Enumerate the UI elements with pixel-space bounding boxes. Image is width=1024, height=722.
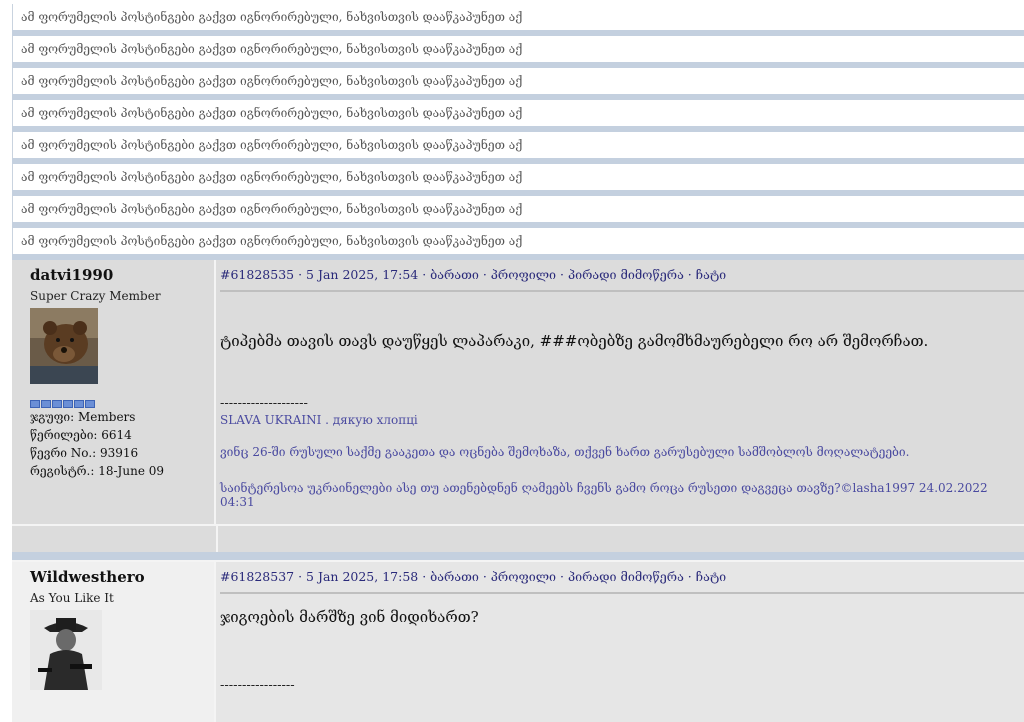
post-date: · 5 Jan 2025, 17:58 · — [294, 569, 431, 584]
private-message-link[interactable]: პირადი მიმოწერა — [568, 267, 684, 282]
user-post-count: წერილები: 6614 — [30, 428, 132, 442]
post-footer-left — [12, 526, 218, 552]
signature-divider: -------------------- — [220, 396, 308, 411]
signature-line-1: SLAVA UKRAINI . дякую хлопці — [220, 413, 418, 427]
user-registered: რეგისტრ.: 18-June 09 — [30, 464, 164, 478]
user-member-no: წევრი No.: 93916 — [30, 446, 139, 460]
avatar[interactable] — [30, 308, 98, 384]
separator: · — [478, 267, 491, 282]
forum-post: Wildwesthero As You Like It #61828537 · … — [12, 560, 1024, 722]
ignored-post-notice[interactable]: ამ ფორუმელის პოსტინგები გაქვთ იგნორირებუ… — [12, 164, 1024, 196]
rank-pip — [30, 400, 40, 408]
post-separator — [12, 552, 1024, 560]
ignored-post-notice[interactable]: ამ ფორუმელის პოსტინგები გაქვთ იგნორირებუ… — [12, 68, 1024, 100]
user-title: Super Crazy Member — [30, 289, 161, 303]
ignored-posts-list: ამ ფორუმელის პოსტინგები გაქვთ იგნორირებუ… — [12, 4, 1024, 260]
post-content: #61828537 · 5 Jan 2025, 17:58 · ბარათი ·… — [216, 562, 1024, 722]
post-author-panel: datvi1990 Super Crazy Member ჯგუფი: Memb… — [12, 260, 216, 524]
post-permalink[interactable]: #61828537 — [220, 569, 294, 584]
chat-link[interactable]: ჩატი — [696, 569, 726, 584]
post-body: ტიპებმა თავის თავს დაუწყეს ლაპარაკი, ###… — [220, 332, 929, 350]
ignored-post-notice[interactable]: ამ ფორუმელის პოსტინგები გაქვთ იგნორირებუ… — [12, 228, 1024, 260]
ignored-post-notice[interactable]: ამ ფორუმელის პოსტინგები გაქვთ იგნორირებუ… — [12, 196, 1024, 228]
signature-line-3: საინტერესოა უკრაინელები ასე თუ ათენებდნე… — [220, 481, 988, 509]
post-author-panel: Wildwesthero As You Like It — [12, 562, 216, 722]
cowboy-avatar-image — [30, 610, 102, 690]
separator: · — [478, 569, 491, 584]
profile-link[interactable]: პროფილი — [491, 267, 556, 282]
separator: · — [556, 267, 568, 282]
rank-pips — [30, 400, 214, 408]
signature-line-2: ვინც 26-ში რუსული საქმე გააკეთა და ოცნებ… — [220, 445, 910, 459]
ignored-post-notice[interactable]: ამ ფორუმელის პოსტინგები გაქვთ იგნორირებუ… — [12, 4, 1024, 36]
post-footer — [12, 524, 1024, 552]
ignored-post-notice[interactable]: ამ ფორუმელის პოსტინგები გაქვთ იგნორირებუ… — [12, 132, 1024, 164]
ignored-post-notice[interactable]: ამ ფორუმელის პოსტინგები გაქვთ იგნორირებუ… — [12, 100, 1024, 132]
rank-pip — [74, 400, 84, 408]
forum-post: datvi1990 Super Crazy Member ჯგუფი: Memb… — [12, 260, 1024, 524]
post-meta: #61828537 · 5 Jan 2025, 17:58 · ბარათი ·… — [220, 569, 1024, 594]
rank-pip — [41, 400, 51, 408]
separator: · — [683, 267, 696, 282]
bear-avatar-image — [30, 308, 98, 384]
post-permalink[interactable]: #61828535 — [220, 267, 294, 282]
username[interactable]: datvi1990 — [30, 266, 214, 284]
card-link[interactable]: ბარათი — [430, 267, 479, 282]
chat-link[interactable]: ჩატი — [696, 267, 726, 282]
post-meta: #61828535 · 5 Jan 2025, 17:54 · ბარათი ·… — [220, 267, 1024, 292]
post-content: #61828535 · 5 Jan 2025, 17:54 · ბარათი ·… — [216, 260, 1024, 524]
separator: · — [556, 569, 568, 584]
ignored-post-notice[interactable]: ამ ფორუმელის პოსტინგები გაქვთ იგნორირებუ… — [12, 36, 1024, 68]
post-date: · 5 Jan 2025, 17:54 · — [294, 267, 431, 282]
post-body: ჯიგოების მარშზე ვინ მიდიხართ? — [220, 608, 479, 626]
user-title: As You Like It — [30, 591, 114, 605]
profile-link[interactable]: პროფილი — [491, 569, 556, 584]
forum-topic: ამ ფორუმელის პოსტინგები გაქვთ იგნორირებუ… — [12, 0, 1024, 722]
card-link[interactable]: ბარათი — [430, 569, 479, 584]
signature-divider: ----------------- — [220, 678, 295, 693]
rank-pip — [52, 400, 62, 408]
private-message-link[interactable]: პირადი მიმოწერა — [568, 569, 684, 584]
user-group: ჯგუფი: Members — [30, 410, 136, 424]
username[interactable]: Wildwesthero — [30, 568, 214, 586]
rank-pip — [63, 400, 73, 408]
rank-pip — [85, 400, 95, 408]
separator: · — [683, 569, 696, 584]
avatar[interactable] — [30, 610, 102, 690]
